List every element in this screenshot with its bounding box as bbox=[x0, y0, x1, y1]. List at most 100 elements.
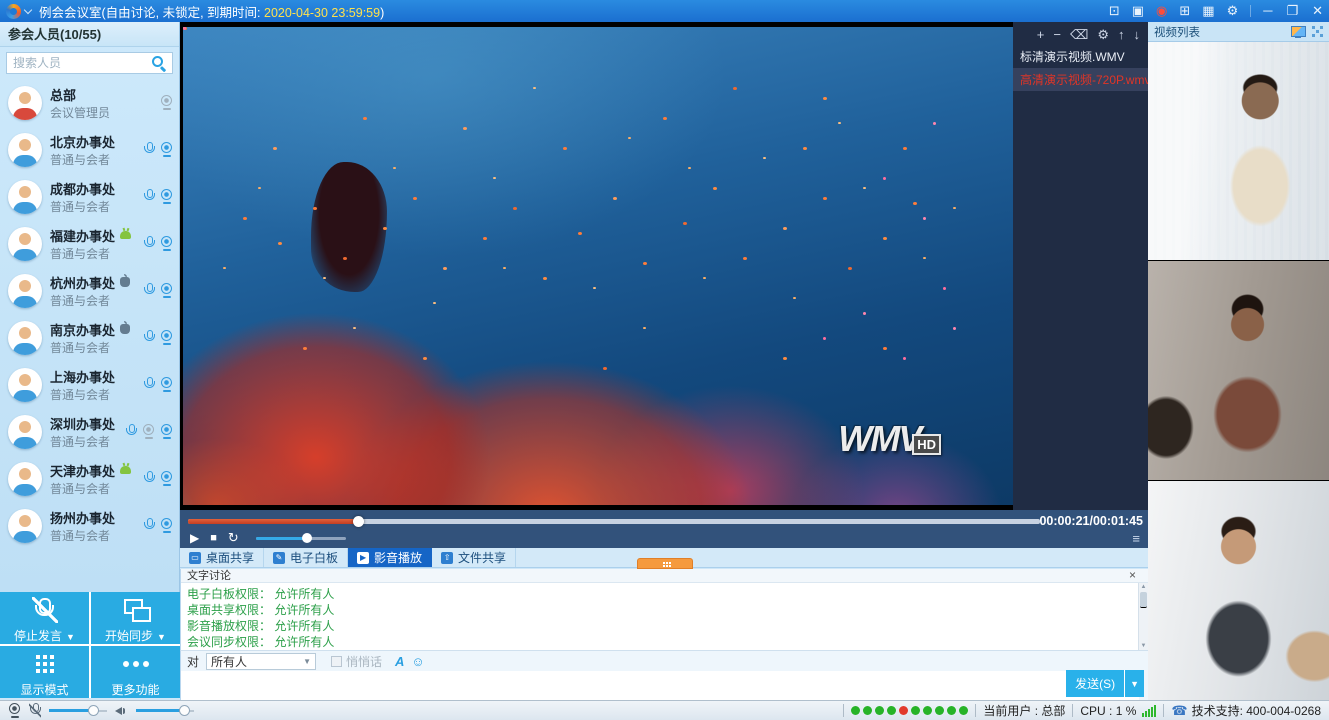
dropdown-arrow-icon[interactable]: ▼ bbox=[157, 632, 166, 642]
window-mode-icon[interactable]: ▣ bbox=[1132, 0, 1144, 22]
speaker-icon[interactable] bbox=[115, 705, 128, 717]
playlist-item[interactable]: 高清演示视频-720P.wmv 删除 bbox=[1013, 68, 1148, 91]
search-icon[interactable] bbox=[152, 56, 167, 71]
video-list-panel: 视频列表 bbox=[1148, 22, 1329, 700]
video-thumbnail-2[interactable] bbox=[1148, 261, 1329, 481]
camera-icon[interactable] bbox=[160, 518, 173, 533]
tab-desktop-share[interactable]: ▭ 桌面共享 bbox=[180, 548, 264, 567]
more-features-button[interactable]: 更多功能 bbox=[91, 646, 180, 698]
scrollbar-thumb[interactable] bbox=[1140, 592, 1147, 608]
playlist-settings-icon[interactable]: ⚙ bbox=[1097, 28, 1109, 41]
chat-close-icon[interactable]: × bbox=[1129, 569, 1136, 582]
play-icon[interactable]: ▶ bbox=[190, 531, 199, 545]
mic-icon[interactable] bbox=[143, 377, 155, 392]
camera-icon[interactable] bbox=[160, 330, 173, 345]
chat-scrollbar[interactable]: ▲ ▼ bbox=[1138, 583, 1148, 650]
participant-row[interactable]: 杭州办事处 普通与会者 bbox=[0, 267, 179, 314]
volume-slider[interactable] bbox=[256, 531, 346, 545]
close-icon[interactable]: ✕ bbox=[1312, 0, 1323, 22]
video-thumbnail-3[interactable] bbox=[1148, 481, 1329, 700]
recipient-select[interactable]: 所有人 ▼ bbox=[206, 653, 316, 670]
mic-muted-icon[interactable] bbox=[29, 703, 41, 718]
participant-role: 普通与会者 bbox=[50, 388, 110, 402]
player-control-bar: 00:00:21/00:01:45 ▶ ■ ↻ ≡ bbox=[180, 510, 1148, 548]
scroll-up-icon[interactable]: ▲ bbox=[1139, 584, 1148, 590]
logo-chevron-icon[interactable] bbox=[24, 6, 32, 14]
settings-icon[interactable]: ⚙ bbox=[1227, 0, 1239, 22]
tab-file-share[interactable]: ⇧ 文件共享 bbox=[432, 548, 516, 567]
add-file-icon[interactable]: + bbox=[1037, 28, 1045, 41]
whisper-label: 悄悄话 bbox=[346, 653, 382, 670]
current-user-text: 当前用户 : 总部 bbox=[983, 702, 1065, 719]
tab-whiteboard[interactable]: ✎ 电子白板 bbox=[264, 548, 348, 567]
participant-row[interactable]: 天津办事处 普通与会者 bbox=[0, 455, 179, 502]
emoticon-icon[interactable]: ☺ bbox=[411, 654, 424, 669]
mic-icon[interactable] bbox=[143, 236, 155, 251]
camera-icon[interactable] bbox=[160, 424, 173, 439]
send-options-arrow-icon[interactable]: ▼ bbox=[1125, 679, 1144, 689]
chat-collapse-handle[interactable] bbox=[637, 558, 693, 569]
scroll-down-icon[interactable]: ▼ bbox=[1139, 643, 1148, 649]
font-style-button[interactable]: A bbox=[395, 654, 404, 669]
layout-grid-icon[interactable]: ▦ bbox=[1202, 0, 1214, 22]
speaker-volume-slider[interactable] bbox=[136, 704, 194, 718]
video-thumbnail-1[interactable] bbox=[1148, 42, 1329, 261]
send-button[interactable]: 发送(S) ▼ bbox=[1066, 670, 1144, 697]
seek-bar[interactable] bbox=[188, 519, 1040, 524]
mic-icon[interactable] bbox=[143, 471, 155, 486]
playlist-item[interactable]: 标清演示视频.WMV bbox=[1013, 45, 1148, 68]
camera-icon[interactable] bbox=[160, 283, 173, 298]
camera-icon[interactable] bbox=[160, 377, 173, 392]
camera-off-icon[interactable] bbox=[142, 424, 155, 439]
mic-icon[interactable] bbox=[125, 424, 137, 439]
participant-row[interactable]: 深圳办事处 普通与会者 bbox=[0, 408, 179, 455]
camera-icon[interactable] bbox=[160, 471, 173, 486]
participant-row[interactable]: 上海办事处 普通与会者 bbox=[0, 361, 179, 408]
minimize-icon[interactable]: ─ bbox=[1263, 0, 1272, 22]
titlebar: 例会会议室(自由讨论, 未锁定, 到期时间: 2020-04-30 23:59:… bbox=[0, 0, 1329, 22]
participant-row[interactable]: 福建办事处 普通与会者 bbox=[0, 220, 179, 267]
participant-row[interactable]: 成都办事处 普通与会者 bbox=[0, 173, 179, 220]
mic-volume-slider[interactable] bbox=[49, 704, 107, 718]
mic-icon[interactable] bbox=[143, 189, 155, 204]
network-share-icon[interactable]: ⊞ bbox=[1179, 0, 1190, 22]
participant-role: 普通与会者 bbox=[50, 200, 110, 214]
camera-status-icon[interactable] bbox=[8, 703, 21, 718]
camera-off-icon[interactable] bbox=[160, 95, 173, 110]
move-down-icon[interactable]: ↓ bbox=[1134, 28, 1141, 41]
search-input[interactable] bbox=[6, 52, 173, 74]
participant-row[interactable]: 扬州办事处 普通与会者 bbox=[0, 502, 179, 549]
volume-handle[interactable] bbox=[302, 533, 312, 543]
replay-icon[interactable]: ↻ bbox=[228, 530, 239, 546]
camera-icon[interactable] bbox=[160, 236, 173, 251]
camera-icon[interactable] bbox=[160, 189, 173, 204]
move-up-icon[interactable]: ↑ bbox=[1118, 28, 1125, 41]
participant-row[interactable]: 南京办事处 普通与会者 bbox=[0, 314, 179, 361]
dropdown-arrow-icon[interactable]: ▼ bbox=[66, 632, 75, 642]
record-icon[interactable]: ◉ bbox=[1156, 0, 1167, 22]
maximize-icon[interactable]: ❐ bbox=[1286, 0, 1298, 22]
mic-icon[interactable] bbox=[143, 283, 155, 298]
screen-broadcast-icon[interactable]: ⊡ bbox=[1109, 0, 1120, 22]
participant-row[interactable]: 北京办事处 普通与会者 bbox=[0, 126, 179, 173]
remove-file-icon[interactable]: − bbox=[1053, 28, 1061, 41]
playlist-toggle-icon[interactable]: ≡ bbox=[1132, 531, 1140, 546]
delete-file-icon[interactable]: ⌫ bbox=[1070, 28, 1088, 41]
stop-icon[interactable]: ■ bbox=[210, 532, 217, 544]
display-mode-button[interactable]: 显示模式 bbox=[0, 646, 89, 698]
video-mode-icon[interactable] bbox=[1291, 26, 1305, 38]
participant-row[interactable]: 总部 会议管理员 bbox=[0, 79, 179, 126]
chat-message: 影音播放权限： 允许所有人 bbox=[187, 618, 1148, 634]
message-input[interactable] bbox=[181, 671, 1139, 701]
mic-icon[interactable] bbox=[143, 330, 155, 345]
mic-icon[interactable] bbox=[143, 518, 155, 533]
stop-speaking-button[interactable]: 停止发言▼ bbox=[0, 592, 89, 644]
expand-panel-icon[interactable] bbox=[1312, 26, 1323, 37]
mic-icon[interactable] bbox=[143, 142, 155, 157]
seek-handle[interactable] bbox=[353, 516, 364, 527]
start-sync-button[interactable]: 开始同步▼ bbox=[91, 592, 180, 644]
video-list-title: 视频列表 bbox=[1154, 24, 1200, 40]
camera-icon[interactable] bbox=[160, 142, 173, 157]
tab-media-play[interactable]: ▶ 影音播放 bbox=[348, 548, 432, 567]
whisper-checkbox[interactable] bbox=[331, 656, 342, 667]
